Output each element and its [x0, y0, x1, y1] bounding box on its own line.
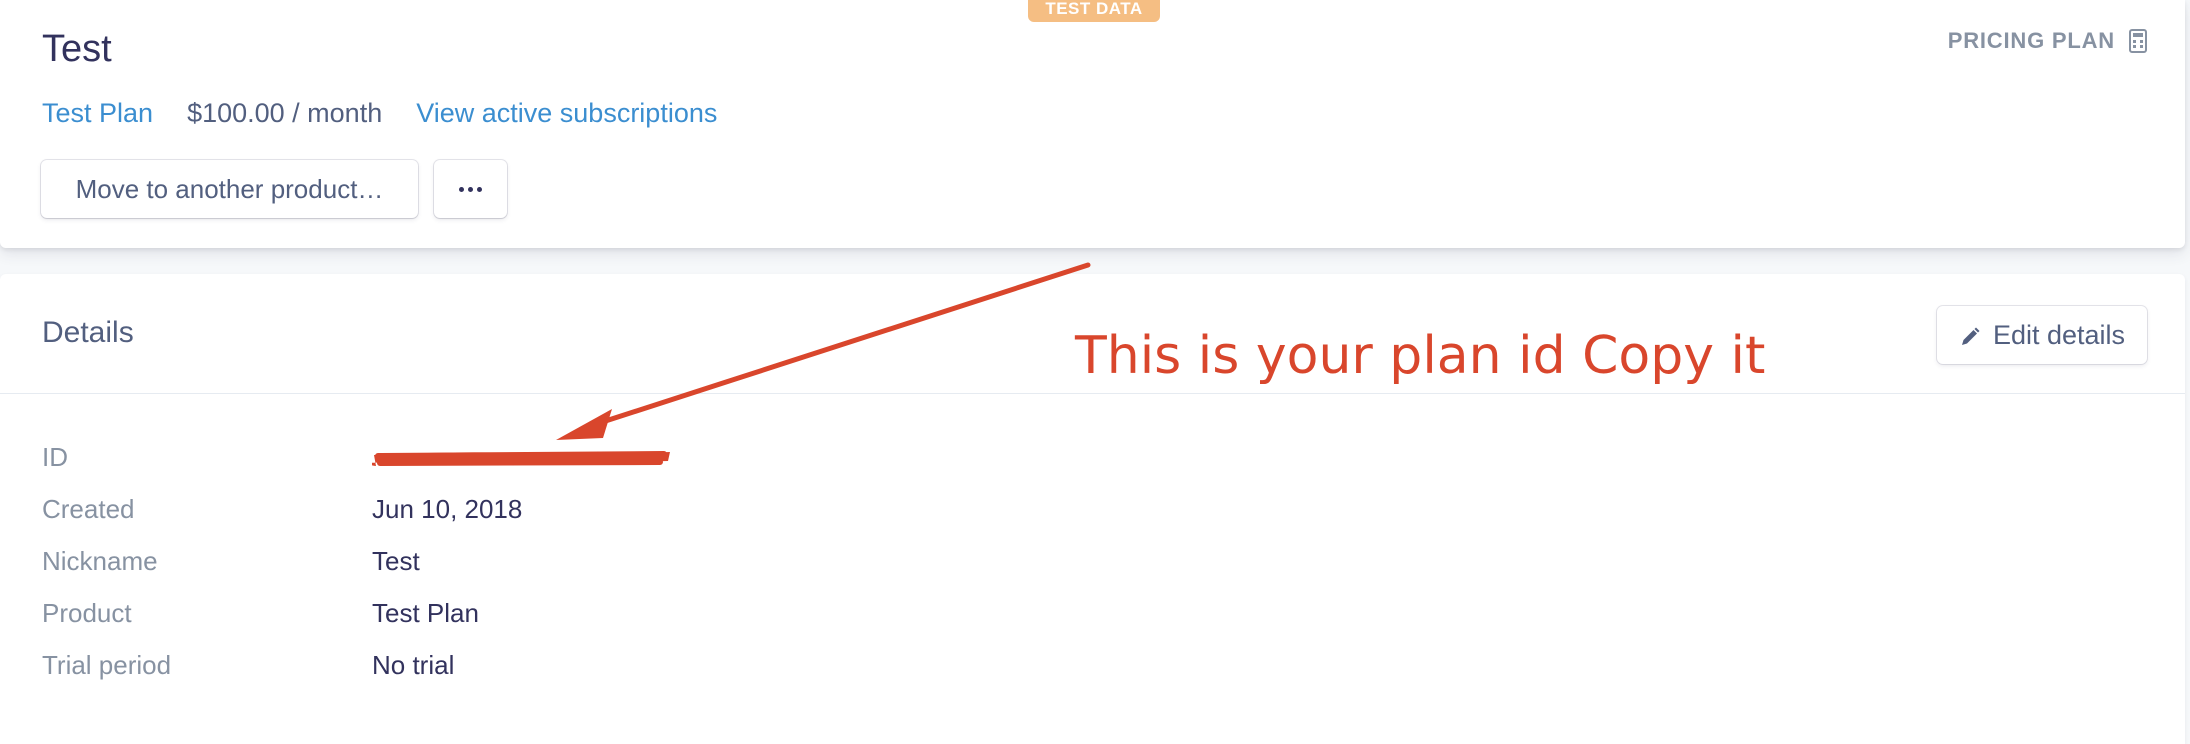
more-actions-button[interactable]: [434, 160, 507, 218]
detail-row-product: Product Test Plan: [42, 598, 479, 629]
detail-label: Trial period: [42, 650, 172, 680]
detail-row-id: ID: [42, 442, 372, 473]
detail-label: Nickname: [42, 546, 158, 576]
details-divider: [0, 393, 2185, 394]
annotation-text: This is your plan id Copy it: [1075, 326, 1766, 386]
calculator-icon: [2129, 29, 2147, 53]
more-dots-icon: [459, 186, 482, 192]
pricing-plan-label: PRICING PLAN: [1948, 28, 2147, 54]
view-subscriptions-link[interactable]: View active subscriptions: [416, 98, 717, 129]
details-heading: Details: [42, 316, 134, 349]
detail-label: Product: [42, 598, 132, 628]
detail-value: No trial: [372, 650, 455, 680]
detail-row-trial-period: Trial period No trial: [42, 650, 454, 681]
plan-price: $100.00 / month: [187, 98, 383, 128]
plan-link[interactable]: Test Plan: [42, 98, 153, 129]
test-data-badge: TEST DATA: [1028, 0, 1160, 22]
plan-header-card: TEST DATA Test PRICING PLAN Test Plan $1…: [0, 0, 2185, 248]
redaction-scribble: [366, 447, 672, 473]
move-to-product-button[interactable]: Move to another product…: [41, 160, 418, 218]
detail-row-nickname: Nickname Test: [42, 546, 420, 577]
detail-label: ID: [42, 442, 68, 472]
page-title: Test: [42, 28, 112, 70]
detail-label: Created: [42, 494, 135, 524]
detail-value: Test Plan: [372, 598, 479, 628]
detail-value: Test: [372, 546, 420, 576]
pricing-plan-text: PRICING PLAN: [1947, 28, 2115, 53]
edit-details-button[interactable]: Edit details: [1937, 306, 2147, 364]
edit-details-label: Edit details: [1992, 319, 2126, 350]
detail-row-created: Created Jun 10, 2018: [42, 494, 522, 525]
plan-summary-row: Test Plan $100.00 / month View active su…: [42, 98, 717, 129]
pencil-icon: [1959, 324, 1981, 346]
detail-value: Jun 10, 2018: [372, 494, 523, 524]
